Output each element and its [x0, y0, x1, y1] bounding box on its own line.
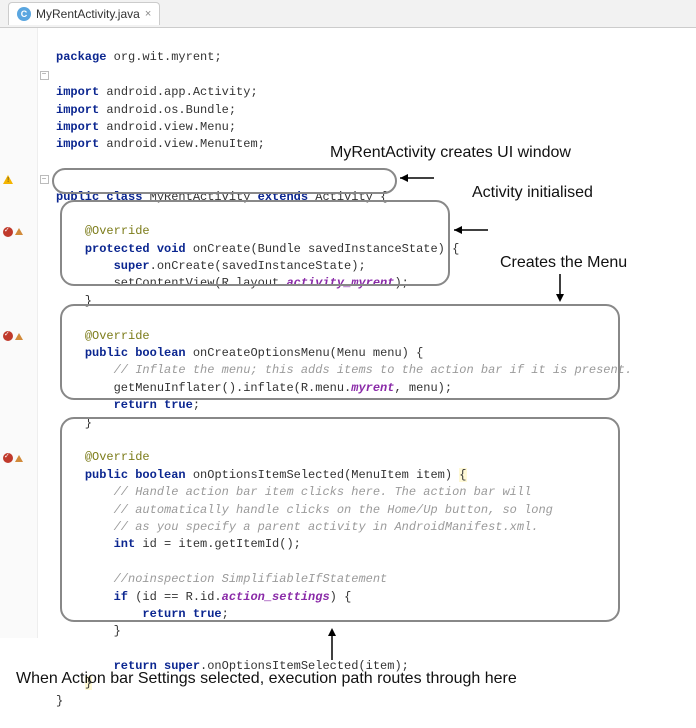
gutter-bp[interactable] — [0, 449, 37, 466]
gutter-bp[interactable] — [0, 328, 37, 345]
file-tab[interactable]: C MyRentActivity.java × — [8, 2, 160, 25]
class-icon: C — [17, 7, 31, 21]
override-up-icon — [15, 333, 23, 340]
fold-icon[interactable]: − — [40, 71, 49, 80]
callout-activity-init: Activity initialised — [472, 184, 593, 202]
override-up-icon — [15, 228, 23, 235]
breakpoint-icon — [3, 331, 13, 341]
callout-creates-menu: Creates the Menu — [500, 254, 627, 272]
gutter — [0, 28, 38, 638]
gutter-bp[interactable] — [0, 223, 37, 240]
tab-bar: C MyRentActivity.java × — [0, 0, 696, 28]
fold-icon[interactable]: − — [40, 175, 49, 184]
breakpoint-icon — [3, 227, 13, 237]
breakpoint-icon — [3, 453, 13, 463]
close-icon[interactable]: × — [145, 8, 151, 20]
gutter-warn — [0, 171, 37, 188]
fold-column: − − — [38, 28, 50, 638]
tab-filename: MyRentActivity.java — [36, 7, 140, 21]
code-editor[interactable]: − − package org.wit.myrent — [0, 28, 696, 638]
warning-icon — [3, 175, 13, 184]
code-area[interactable]: package org.wit.myrent; import android.a… — [50, 28, 696, 638]
callout-bottom: When Action bar Settings selected, execu… — [16, 670, 680, 688]
callout-creates-window: MyRentActivity creates UI window — [330, 144, 571, 162]
override-up-icon — [15, 455, 23, 462]
